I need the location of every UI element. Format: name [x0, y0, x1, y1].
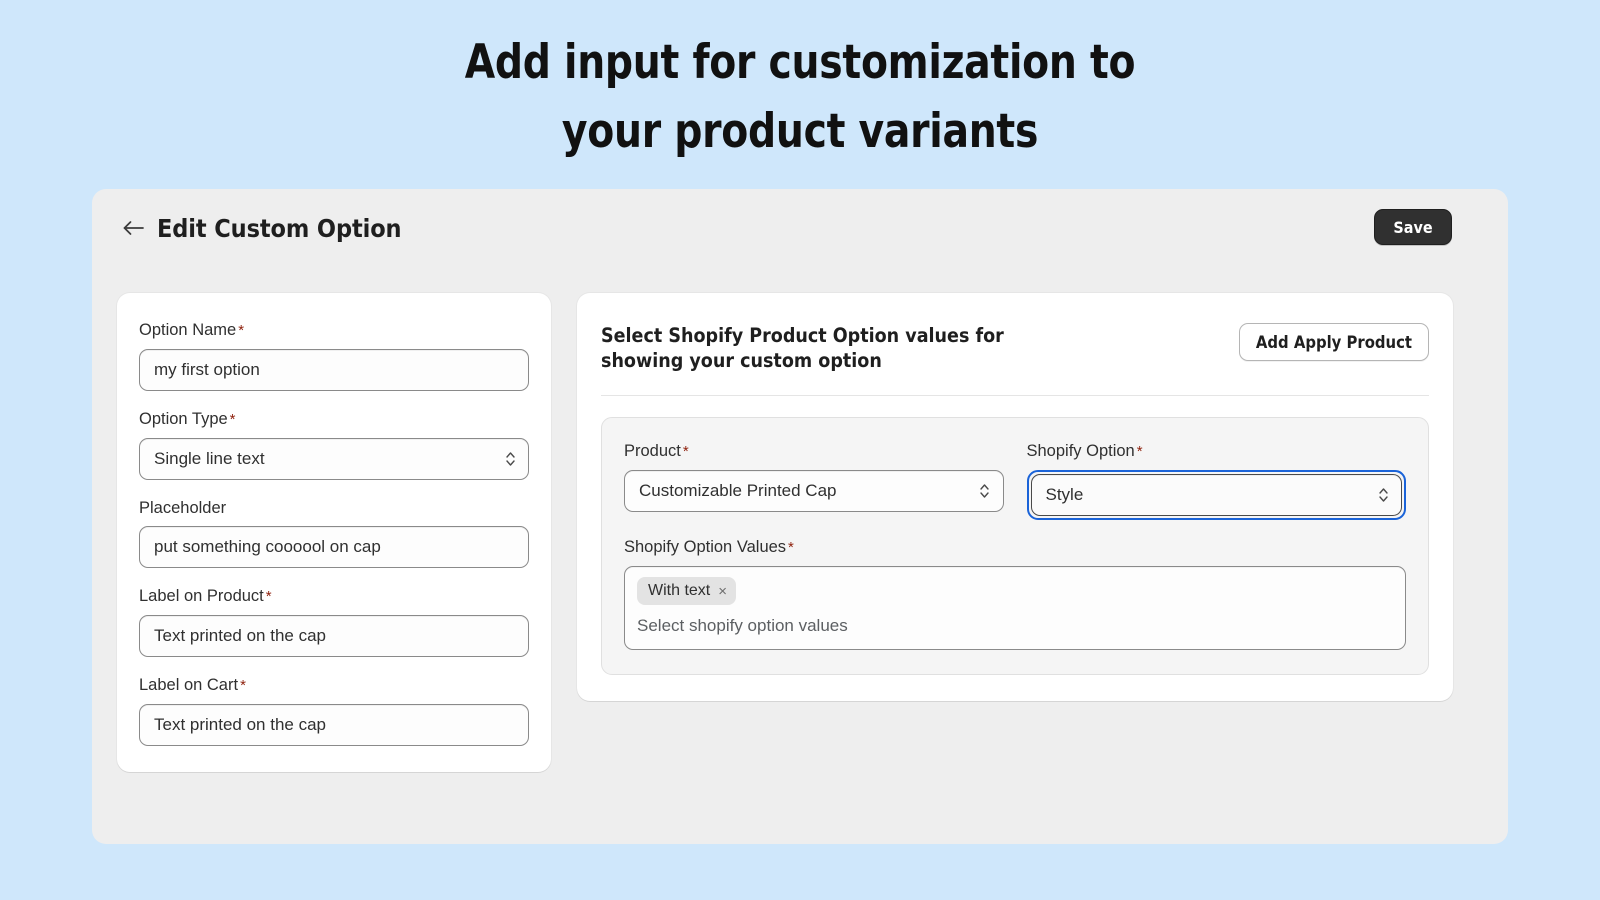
section-divider — [601, 395, 1429, 396]
app-window: Edit Custom Option Save Option Name * my … — [92, 189, 1508, 844]
chevron-up-down-icon — [1377, 485, 1389, 505]
option-details-card: Option Name * my first option Option Type… — [117, 293, 551, 772]
page-title: Edit Custom Option — [157, 214, 402, 243]
label-option-name-text: Option Name — [139, 321, 237, 339]
label-option-name: Option Name * — [139, 319, 529, 342]
selected-chips: With text × — [637, 577, 1393, 605]
arrow-left-icon[interactable] — [122, 216, 146, 240]
product-value: Customizable Printed Cap — [639, 481, 837, 500]
label-shopify-option-values-text: Shopify Option Values — [624, 538, 787, 556]
label-on-cart-input[interactable]: Text printed on the cap — [139, 704, 529, 746]
label-label-on-cart: Label on Cart * — [139, 674, 529, 697]
hero-heading-line-1: Add input for customization to — [464, 35, 1136, 90]
placeholder-value: put something coooool on cap — [154, 537, 381, 556]
shopify-card-header: Select Shopify Product Option values for… — [601, 317, 1429, 373]
product-select[interactable]: Customizable Printed Cap — [624, 470, 1004, 512]
option-type-select[interactable]: Single line text — [139, 438, 529, 480]
option-name-input[interactable]: my first option — [139, 349, 529, 391]
label-option-type: Option Type * — [139, 408, 529, 431]
app-header: Edit Custom Option Save — [92, 189, 1508, 267]
field-placeholder: Placeholder put something coooool on cap — [139, 497, 529, 568]
shopify-option-values-placeholder: Select shopify option values — [637, 616, 848, 635]
shopify-card-title: Select Shopify Product Option values for… — [601, 323, 1004, 373]
label-label-on-product: Label on Product * — [139, 585, 529, 608]
hero-heading-line-2: your product variants — [561, 104, 1039, 159]
shopify-option-values-multiselect[interactable]: With text × Select shopify option values — [624, 566, 1406, 650]
label-shopify-option: Shopify Option * — [1027, 440, 1407, 463]
label-on-product-input[interactable]: Text printed on the cap — [139, 615, 529, 657]
label-on-cart-value: Text printed on the cap — [154, 715, 327, 734]
option-type-value: Single line text — [154, 449, 265, 468]
close-icon[interactable]: × — [718, 584, 727, 599]
chevron-up-down-icon — [979, 481, 991, 501]
chip-label: With text — [648, 582, 711, 599]
field-shopify-option: Shopify Option * Style — [1026, 440, 1407, 520]
shopify-option-select[interactable]: Style — [1030, 474, 1402, 516]
label-product-text: Product — [624, 442, 681, 460]
label-product: Product * — [624, 440, 1004, 463]
add-apply-product-button[interactable]: Add Apply Product — [1238, 323, 1429, 361]
save-button[interactable]: Save — [1374, 209, 1452, 245]
option-name-value: my first option — [154, 360, 260, 379]
field-label-on-product: Label on Product * Text printed on the ca… — [139, 585, 529, 657]
product-option-row: Product * Customizable Printed Cap Shopi… — [624, 440, 1406, 536]
required-asterisk: * — [682, 443, 689, 460]
required-asterisk: * — [229, 411, 236, 428]
content-columns: Option Name * my first option Option Type… — [92, 293, 1508, 772]
required-asterisk: * — [1136, 443, 1143, 460]
field-shopify-option-values: Shopify Option Values * With text × Selec… — [624, 536, 1406, 650]
field-label-on-cart: Label on Cart * Text printed on the cap — [139, 674, 529, 746]
label-option-type-text: Option Type — [139, 410, 228, 428]
shopify-card-title-line-1: Select Shopify Product Option values for — [601, 324, 1004, 347]
shopify-option-value: Style — [1045, 485, 1084, 504]
shopify-option-values-card: Select Shopify Product Option values for… — [577, 293, 1453, 701]
required-asterisk: * — [238, 322, 245, 339]
required-asterisk: * — [788, 539, 794, 556]
label-label-on-product-text: Label on Product — [139, 587, 264, 605]
required-asterisk: * — [240, 677, 246, 694]
field-product: Product * Customizable Printed Cap — [624, 440, 1004, 520]
label-shopify-option-values: Shopify Option Values * — [624, 536, 1406, 559]
field-option-name: Option Name * my first option — [139, 319, 529, 391]
label-on-product-value: Text printed on the cap — [154, 626, 327, 645]
label-shopify-option-text: Shopify Option — [1026, 442, 1135, 460]
required-asterisk: * — [265, 588, 272, 605]
label-label-on-cart-text: Label on Cart — [139, 676, 239, 694]
hero-heading: Add input for customization to your prod… — [0, 0, 1600, 166]
chevron-up-down-icon — [504, 449, 516, 469]
chip-with-text[interactable]: With text × — [637, 577, 736, 605]
label-placeholder: Placeholder — [139, 499, 227, 517]
apply-product-row-card: Product * Customizable Printed Cap Shopi… — [601, 417, 1429, 675]
shopify-card-title-line-2: showing your custom option — [601, 349, 882, 372]
field-option-type: Option Type * Single line text — [139, 408, 529, 480]
shopify-option-focus-ring: Style — [1026, 470, 1406, 520]
placeholder-input[interactable]: put something coooool on cap — [139, 526, 529, 568]
